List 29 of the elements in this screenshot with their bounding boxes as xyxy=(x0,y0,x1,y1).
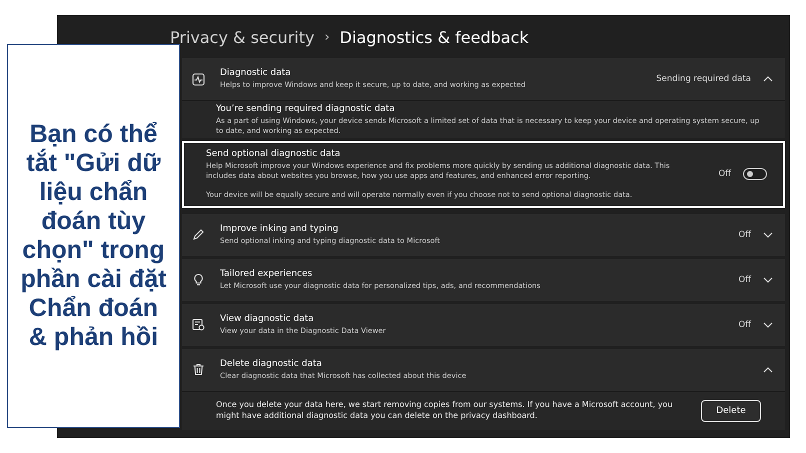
setting-status: Off xyxy=(738,320,751,330)
setting-status: Sending required data xyxy=(656,74,751,84)
setting-title: You’re sending required diagnostic data xyxy=(216,104,396,114)
setting-title: Delete diagnostic data xyxy=(220,358,323,369)
setting-title: Improve inking and typing xyxy=(220,224,340,234)
trash-icon xyxy=(192,363,206,376)
chevron-icon[interactable] xyxy=(763,366,773,373)
chevron-icon[interactable] xyxy=(763,76,773,82)
setting-status: Off xyxy=(738,274,751,285)
pen-icon xyxy=(192,228,206,242)
setting-description: Once you delete your data here, we start removing copies from our systems. If you have a Microsoft account, you might have additional diagnostic data you can delete on the privacy dashboard. xyxy=(216,400,674,422)
setting-title: View diagnostic data xyxy=(220,314,315,324)
breadcrumb-link[interactable]: Privacy & security xyxy=(170,28,314,46)
pulse-icon xyxy=(192,72,206,86)
setting-status: Off xyxy=(738,230,751,240)
setting-title: Diagnostic data xyxy=(220,68,292,78)
callout-text: Bạn có thể tắt "Gửi dữ liệu chẩn đoán tùy chọn" trong phần cài đặt Chẩn đoán & phản hồi xyxy=(20,120,167,352)
setting-title: Tailored experiences xyxy=(220,268,314,279)
chevron-icon[interactable] xyxy=(763,276,773,283)
breadcrumb-separator: › xyxy=(324,30,330,44)
setting-title: Send optional diagnostic data xyxy=(206,149,342,159)
toggle-label: Off xyxy=(718,169,731,180)
chevron-icon[interactable] xyxy=(763,322,773,328)
toggle-switch[interactable] xyxy=(743,168,767,180)
delete-button[interactable]: Delete xyxy=(701,400,761,422)
document-icon xyxy=(192,318,206,332)
chevron-icon[interactable] xyxy=(763,232,773,238)
page-title: Diagnostics & feedback xyxy=(340,28,529,46)
lightbulb-icon xyxy=(192,273,206,286)
